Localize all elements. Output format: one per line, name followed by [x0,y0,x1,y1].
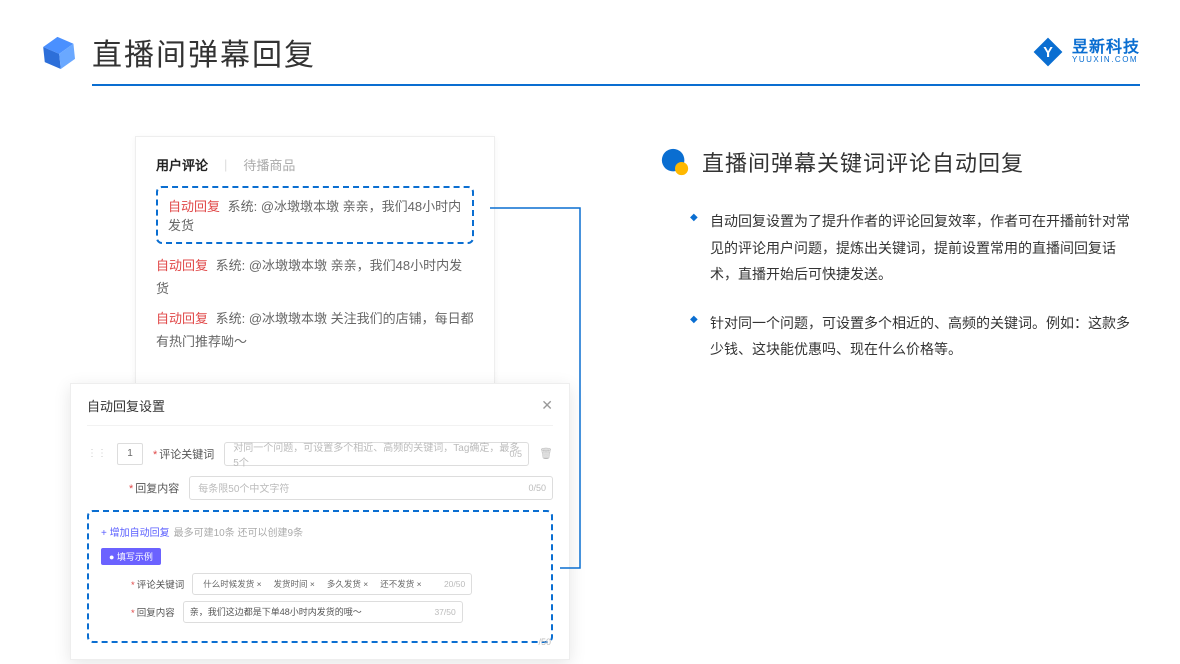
comment-row: 自动回复 系统: @冰墩墩本墩 亲亲，我们48小时内发货 [156,254,474,301]
bullet-item: 自动回复设置为了提升作者的评论回复效率，作者可在开播前针对常见的评论用户问题，提… [690,208,1140,288]
example-block: + 增加自动回复 最多可建10条 还可以创建9条 ● 填写示例 *评论关键词 什… [87,510,553,643]
svg-text:Y: Y [1043,45,1053,61]
logo-diamond-icon: Y [1032,36,1064,68]
section-subtitle: 直播间弹幕关键词评论自动回复 [702,146,1024,178]
drag-handle-icon[interactable]: ⋮⋮ [87,448,107,459]
comments-preview-card: 用户评论 | 待播商品 自动回复 系统: @冰墩墩本墩 亲亲，我们48小时内发货… [135,136,495,385]
auto-reply-settings-modal: 自动回复设置 ✕ ⋮⋮ 1 *评论关键词 对同一个问题，可设置多个相近、高频的关… [70,383,570,660]
brand-logo: Y 昱新科技 YUUXIN.COM [1032,36,1140,68]
close-icon[interactable]: ✕ [541,397,553,414]
order-number: 1 [117,443,143,465]
chat-bubble-icon [660,147,690,177]
comment-row: 自动回复 系统: @冰墩墩本墩 关注我们的店铺，每日都有热门推荐呦～ [156,307,474,354]
modal-title: 自动回复设置 [87,396,165,415]
tab-user-comments[interactable]: 用户评论 [156,155,208,174]
cube-icon [38,31,80,73]
example-content-input[interactable]: 亲，我们这边都是下单48小时内发货的哦～ 37/50 [183,601,463,623]
content-count: 0/50 [528,483,546,493]
keyword-input[interactable]: 对同一个问题，可设置多个相近、高频的关键词，Tag确定，最多5个 0/5 [224,442,529,466]
modal-bottom-count: /50 [538,637,551,647]
example-badge: ● 填写示例 [101,548,161,565]
keyword-count: 0/5 [510,449,523,459]
add-auto-reply-link[interactable]: + 增加自动回复 [101,524,170,539]
example-keyword-input[interactable]: 什么时候发货 × 发货时间 × 多久发货 × 还不发货 × 20/50 [192,573,472,595]
logo-text-cn: 昱新科技 [1072,40,1140,56]
highlighted-comment: 自动回复 系统: @冰墩墩本墩 亲亲，我们48小时内发货 [156,186,474,244]
auto-reply-tag: 自动回复 [168,199,220,214]
tab-pending-goods[interactable]: 待播商品 [243,155,295,174]
bullet-item: 针对同一个问题，可设置多个相近的、高频的关键词。例如：这款多少钱、这块能优惠吗、… [690,310,1140,363]
reply-content-input[interactable]: 每条限50个中文字符 0/50 [189,476,553,500]
trash-icon[interactable]: 🗑 [539,447,553,460]
logo-text-en: YUUXIN.COM [1072,56,1140,64]
add-hint: 最多可建10条 还可以创建9条 [174,524,303,539]
page-title: 直播间弹幕回复 [92,30,316,74]
